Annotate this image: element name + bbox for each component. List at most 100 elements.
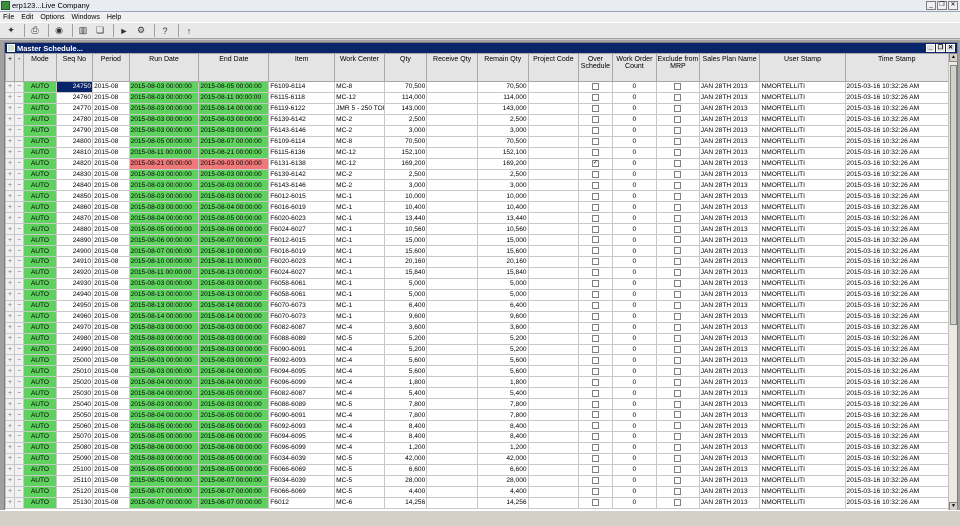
over-schedule-checkbox[interactable] [591, 214, 599, 222]
cell-work-order-count[interactable]: 0 [611, 135, 658, 148]
cell-sales-plan-name[interactable]: JAN 28TH 2013 [698, 190, 761, 203]
cell-mode[interactable]: AUTO [23, 332, 57, 345]
cell-sales-plan-name[interactable]: JAN 28TH 2013 [698, 81, 761, 93]
cell-work-center[interactable]: MC-5 [334, 463, 385, 476]
child-restore-button[interactable]: ❐ [936, 44, 945, 52]
cell-mode[interactable]: AUTO [23, 321, 57, 334]
cell-time-stamp[interactable]: 2015-03-16 10:32:26 AM [844, 190, 949, 203]
cell-seq-no[interactable]: 24860 [55, 201, 94, 214]
cell-work-center[interactable]: JMR 5 - 250 TON [334, 102, 385, 115]
child-close-button[interactable]: ✕ [946, 44, 955, 52]
cell-run-date[interactable]: 2015-08-03 00:00:00 [128, 321, 200, 334]
cell-receive-qty[interactable] [426, 277, 478, 290]
cell-work-order-count[interactable]: 0 [611, 310, 658, 323]
cell-item[interactable]: F6139-6142 [268, 168, 336, 181]
print-icon[interactable]: ⎙ [28, 24, 42, 37]
cell-receive-qty[interactable] [426, 245, 478, 257]
cell-work-order-count[interactable]: 0 [611, 91, 658, 104]
cell-qty[interactable]: 8,400 [383, 420, 428, 432]
cell-user-stamp[interactable]: NMORTELLITI [759, 387, 846, 400]
cell-project-code[interactable] [527, 201, 580, 214]
cell-project-code[interactable] [527, 474, 580, 487]
cell-project-code[interactable] [527, 376, 580, 389]
over-schedule-checkbox[interactable] [591, 280, 599, 288]
exclude-mrp-checkbox[interactable] [674, 389, 682, 397]
cell-over-schedule[interactable] [578, 409, 613, 422]
cell-qty[interactable]: 4,400 [383, 485, 428, 498]
cell-work-center[interactable]: MC-4 [334, 365, 385, 378]
expand-icon[interactable]: + [5, 343, 16, 356]
expand-icon[interactable]: + [5, 266, 16, 279]
cell-end-date[interactable]: 2015-08-03 00:00:00 [198, 277, 270, 290]
cell-project-code[interactable] [527, 485, 580, 498]
cell-mode[interactable]: AUTO [23, 277, 57, 290]
cell-item[interactable]: F6092-6093 [268, 420, 336, 432]
cell-work-order-count[interactable]: 0 [611, 299, 658, 312]
cell-project-code[interactable] [527, 256, 580, 268]
cell-over-schedule[interactable] [578, 212, 613, 225]
cell-work-order-count[interactable]: 0 [611, 485, 658, 498]
cell-over-schedule[interactable] [578, 299, 613, 312]
over-schedule-checkbox[interactable] [591, 400, 599, 408]
cell-remain-qty[interactable]: 114,000 [476, 91, 529, 104]
cell-period[interactable]: 2015-08 [92, 190, 130, 203]
cell-end-date[interactable]: 2015-08-05 00:00:00 [198, 387, 270, 400]
cell-work-center[interactable]: MC-1 [334, 212, 385, 225]
cell-run-date[interactable]: 2015-08-14 00:00:00 [128, 310, 200, 323]
cell-seq-no[interactable]: 24910 [55, 256, 94, 268]
cell-receive-qty[interactable] [426, 201, 478, 214]
cell-over-schedule[interactable] [578, 452, 613, 465]
up-icon[interactable]: ↑ [182, 24, 196, 37]
cell-qty[interactable]: 143,000 [383, 102, 428, 115]
cell-run-date[interactable]: 2015-08-03 00:00:00 [128, 332, 200, 345]
cell-over-schedule[interactable] [578, 102, 613, 115]
cell-end-date[interactable]: 2015-08-11 00:00:00 [198, 91, 270, 104]
column-header[interactable]: Time Stamp [844, 53, 949, 82]
delete-icon[interactable]: ▥ [76, 24, 90, 37]
cell-over-schedule[interactable] [578, 354, 613, 367]
column-header[interactable]: Over Schedule [578, 53, 613, 82]
cell-work-center[interactable]: MC-8 [334, 135, 385, 148]
cell-time-stamp[interactable]: 2015-03-16 10:32:26 AM [844, 179, 949, 192]
expand-icon[interactable]: + [5, 463, 16, 476]
cell-period[interactable]: 2015-08 [92, 81, 130, 93]
over-schedule-checkbox[interactable] [591, 367, 599, 375]
cell-time-stamp[interactable]: 2015-03-16 10:32:26 AM [844, 485, 949, 498]
cell-period[interactable]: 2015-08 [92, 343, 130, 356]
menu-file[interactable]: File [3, 14, 14, 21]
cell-remain-qty[interactable]: 5,400 [476, 387, 529, 400]
cell-user-stamp[interactable]: NMORTELLITI [759, 343, 846, 356]
cell-exclude-mrp[interactable] [656, 146, 700, 159]
cell-user-stamp[interactable]: NMORTELLITI [759, 135, 846, 148]
cell-sales-plan-name[interactable]: JAN 28TH 2013 [698, 135, 761, 148]
cell-project-code[interactable] [527, 113, 580, 126]
cell-over-schedule[interactable] [578, 146, 613, 159]
cell-remain-qty[interactable]: 1,200 [476, 441, 529, 454]
cell-remain-qty[interactable]: 5,000 [476, 277, 529, 290]
cell-remain-qty[interactable]: 15,600 [476, 245, 529, 257]
cell-time-stamp[interactable]: 2015-03-16 10:32:26 AM [844, 299, 949, 312]
expand-icon[interactable]: + [5, 124, 16, 137]
table-row[interactable]: + − AUTO 25000 2015-08 2015-08-03 00:00:00 201… [5, 354, 949, 367]
cell-period[interactable]: 2015-08 [92, 146, 130, 159]
run-icon[interactable]: ► [117, 24, 131, 37]
cell-work-order-count[interactable]: 0 [611, 343, 658, 356]
cell-seq-no[interactable]: 25020 [55, 376, 94, 389]
cell-qty[interactable]: 7,800 [383, 398, 428, 411]
cell-receive-qty[interactable] [426, 343, 478, 356]
collapse-icon[interactable]: − [14, 288, 25, 301]
cell-work-order-count[interactable]: 0 [611, 102, 658, 115]
cell-work-center[interactable]: MC-4 [334, 354, 385, 367]
collapse-icon[interactable]: − [14, 234, 25, 247]
cell-over-schedule[interactable] [578, 387, 613, 400]
cell-period[interactable]: 2015-08 [92, 299, 130, 312]
collapse-icon[interactable]: − [14, 256, 25, 268]
column-header[interactable]: Project Code [527, 53, 580, 82]
table-row[interactable]: + − AUTO 24950 2015-08 2015-08-13 00:00:00 201… [5, 299, 949, 312]
cell-mode[interactable]: AUTO [23, 420, 57, 432]
over-schedule-checkbox[interactable] [591, 105, 599, 113]
collapse-icon[interactable]: − [14, 168, 25, 181]
cell-sales-plan-name[interactable]: JAN 28TH 2013 [698, 431, 761, 443]
expand-icon[interactable]: + [5, 398, 16, 411]
cell-mode[interactable]: AUTO [23, 387, 57, 400]
